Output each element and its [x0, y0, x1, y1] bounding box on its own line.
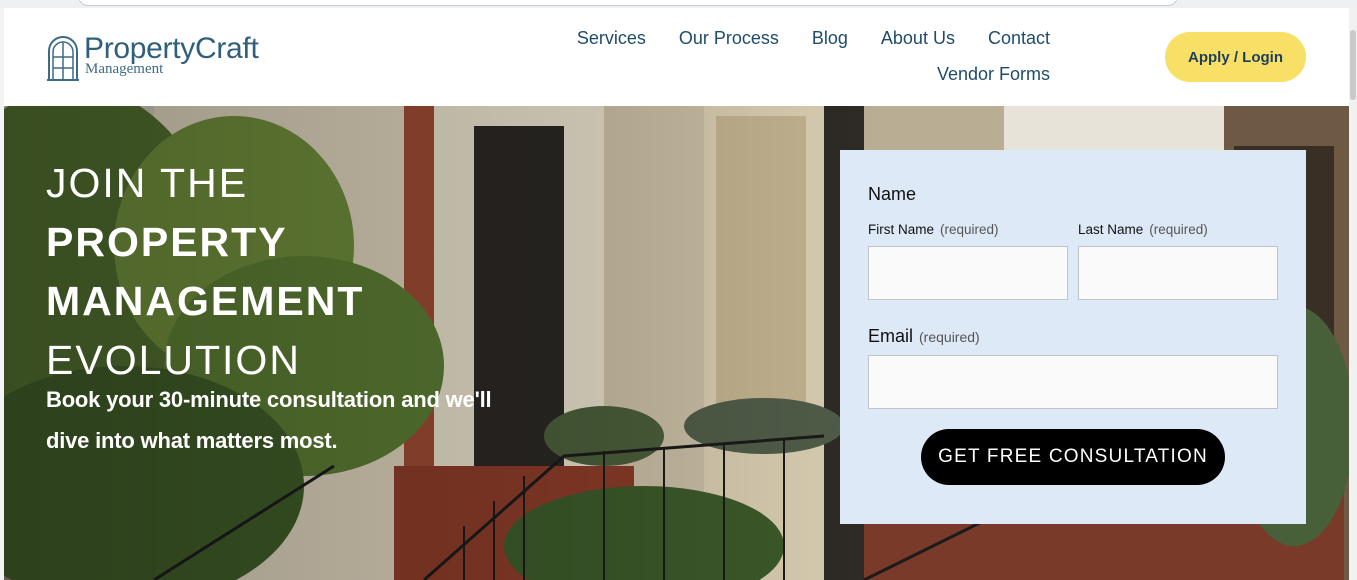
nav-about-us[interactable]: About Us: [881, 28, 955, 49]
nav-vendor-forms[interactable]: Vendor Forms: [937, 64, 1050, 85]
headline-line-1: JOIN THE: [46, 160, 249, 206]
hero-headline: JOIN THE PROPERTY MANAGEMENT EVOLUTION: [46, 154, 364, 390]
get-free-consultation-button[interactable]: GET FREE CONSULTATION: [921, 429, 1225, 485]
hero-subheading: Book your 30-minute consultation and we'…: [46, 379, 566, 461]
first-name-input[interactable]: [868, 246, 1068, 300]
nav-services[interactable]: Services: [577, 28, 646, 49]
page: PropertyCraft Management Services Our Pr…: [4, 8, 1349, 580]
required-indicator: (required): [940, 222, 999, 237]
scrollbar-thumb[interactable]: [1350, 30, 1356, 100]
name-group-label: Name: [868, 184, 917, 204]
subheading-line-2: dive into what matters most.: [46, 428, 338, 453]
last-name-label: Last Name (required): [1078, 222, 1208, 237]
page-scrollbar[interactable]: [1349, 8, 1357, 580]
browser-toolbar-edge: [0, 0, 1357, 8]
last-name-input[interactable]: [1078, 246, 1278, 300]
nav-our-process[interactable]: Our Process: [679, 28, 779, 49]
window-arch-icon: [47, 36, 79, 81]
first-name-label-text: First Name: [868, 222, 935, 237]
email-label: Email (required): [868, 326, 980, 347]
required-indicator: (required): [1149, 222, 1208, 237]
headline-line-3: MANAGEMENT: [46, 278, 365, 324]
consultation-form: Name First Name (required) Last Name (requ…: [840, 150, 1306, 524]
main-nav: Services Our Process Blog About Us Conta…: [577, 28, 1050, 49]
apply-login-button[interactable]: Apply / Login: [1165, 32, 1306, 82]
hero-section: JOIN THE PROPERTY MANAGEMENT EVOLUTION B…: [4, 106, 1349, 580]
nav-contact[interactable]: Contact: [988, 28, 1050, 49]
email-input[interactable]: [868, 355, 1278, 409]
nav-blog[interactable]: Blog: [812, 28, 848, 49]
site-header: PropertyCraft Management Services Our Pr…: [4, 8, 1349, 106]
main-nav-row-2: Vendor Forms: [937, 64, 1050, 85]
brand-logo[interactable]: PropertyCraft Management: [46, 32, 259, 81]
first-name-label: First Name (required): [868, 222, 999, 237]
required-indicator: (required): [919, 329, 980, 345]
headline-line-2: PROPERTY: [46, 219, 288, 265]
last-name-label-text: Last Name: [1078, 222, 1144, 237]
address-bar[interactable]: [78, 0, 1178, 6]
subheading-line-1: Book your 30-minute consultation and we'…: [46, 387, 492, 412]
email-label-text: Email: [868, 326, 914, 346]
